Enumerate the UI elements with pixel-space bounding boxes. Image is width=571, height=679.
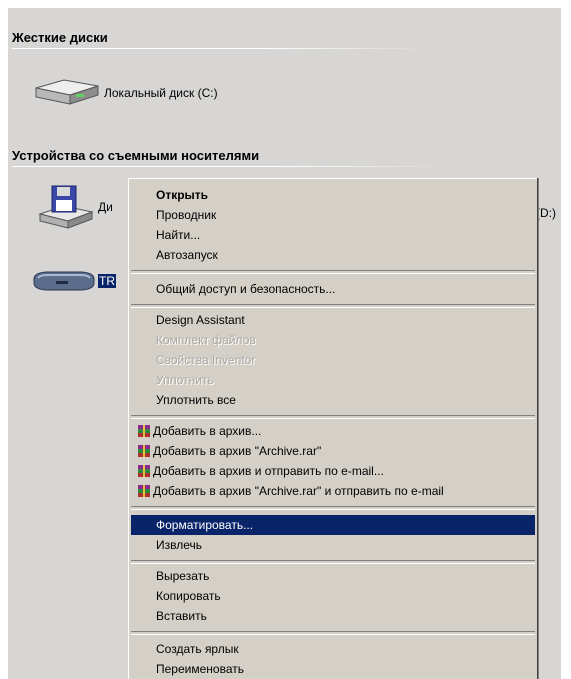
drive-local-c[interactable]: Локальный диск (C:) [30, 76, 218, 110]
group-divider [12, 48, 432, 49]
menu-separator [131, 560, 535, 564]
menu-item-create-shortcut[interactable]: Создать ярлык [131, 639, 535, 659]
menu-item-explorer[interactable]: Проводник [131, 205, 535, 225]
menu-separator [131, 304, 535, 308]
floppy-drive-icon [38, 185, 94, 229]
removable-drive-icon [33, 271, 95, 291]
menu-item-cut[interactable]: Вырезать [131, 566, 535, 586]
group-header-hard-disks: Жесткие диски [12, 30, 108, 45]
menu-item-find[interactable]: Найти... [131, 225, 535, 245]
winrar-icon [138, 425, 150, 437]
menu-item-add-archive-rar[interactable]: Добавить в архив "Archive.rar" [131, 441, 535, 461]
menu-separator [131, 631, 535, 635]
menu-item-eject[interactable]: Извлечь [131, 535, 535, 555]
drive-label-c: Локальный диск (C:) [104, 86, 218, 100]
group-header-removable: Устройства со съемными носителями [12, 148, 260, 163]
menu-item-compress-all[interactable]: Уплотнить все [131, 390, 535, 410]
menu-item-inventor-properties: Свойства Inventor [156, 353, 256, 367]
explorer-window: Жесткие диски Локальный диск (C:) Устрой… [8, 8, 561, 679]
hard-drive-icon [35, 79, 99, 105]
menu-item-label: Добавить в архив... [153, 424, 262, 438]
menu-item-open[interactable]: Открыть [131, 185, 535, 205]
drive-label-floppy-letter: (D:) [536, 206, 556, 220]
menu-item-sharing[interactable]: Общий доступ и безопасность... [131, 279, 535, 299]
menu-separator [131, 415, 535, 419]
menu-item-add-archive-rar-email[interactable]: Добавить в архив "Archive.rar" и отправи… [131, 481, 535, 501]
drive-label-floppy: Ди [98, 200, 113, 214]
winrar-icon [138, 485, 150, 497]
menu-item-compress: Уплотнить [156, 373, 214, 387]
menu-item-label: Добавить в архив и отправить по e-mail..… [153, 464, 384, 478]
winrar-icon [138, 465, 150, 477]
menu-item-paste[interactable]: Вставить [131, 606, 535, 626]
menu-item-label: Добавить в архив "Archive.rar" и отправи… [153, 484, 444, 498]
menu-item-autoplay[interactable]: Автозапуск [131, 245, 535, 265]
menu-item-rename[interactable]: Переименовать [131, 659, 535, 679]
menu-separator [131, 270, 535, 274]
context-menu: Открыть Проводник Найти... Автозапуск Об… [128, 178, 537, 679]
drive-label-tr: TR [98, 274, 116, 288]
menu-item-add-archive-email[interactable]: Добавить в архив и отправить по e-mail..… [131, 461, 535, 481]
drive-floppy-d[interactable]: Ди [36, 184, 113, 230]
menu-item-add-archive[interactable]: Добавить в архив... [131, 421, 535, 441]
menu-item-format[interactable]: Форматировать... [131, 515, 535, 535]
menu-item-label: Добавить в архив "Archive.rar" [153, 444, 322, 458]
menu-item-file-set: Комплект файлов [156, 333, 256, 347]
drive-removable-tr[interactable]: TR [32, 269, 116, 293]
menu-item-design-assistant[interactable]: Design Assistant [131, 310, 535, 330]
group-divider [12, 166, 452, 167]
winrar-icon [138, 445, 150, 457]
menu-separator [131, 506, 535, 510]
menu-item-copy[interactable]: Копировать [131, 586, 535, 606]
